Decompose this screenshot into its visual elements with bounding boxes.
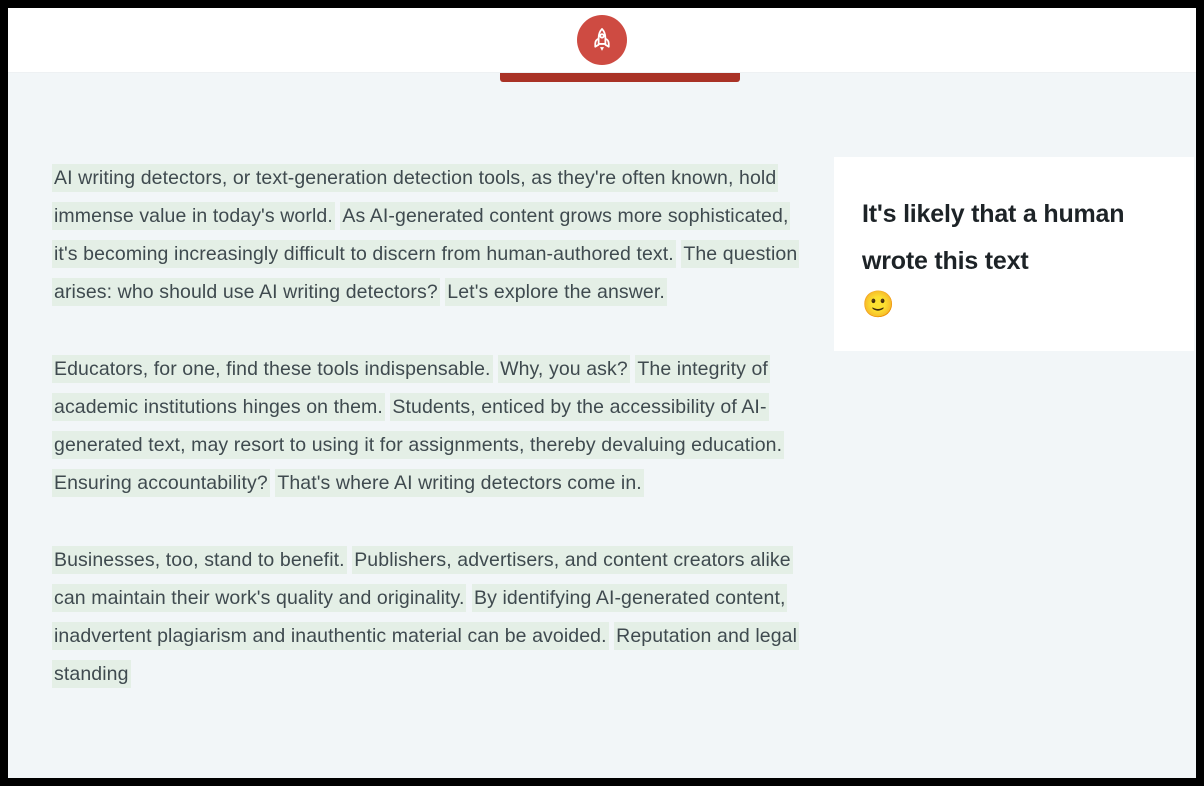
verdict-title: It's likely that a human wrote this text	[862, 200, 1125, 275]
highlighted-sentence[interactable]: Educators, for one, find these tools ind…	[52, 355, 493, 383]
analyzed-text-output[interactable]: AI writing detectors, or text-generation…	[52, 159, 812, 732]
highlighted-sentence[interactable]: Let's explore the answer.	[445, 278, 667, 306]
result-paragraph: Educators, for one, find these tools ind…	[52, 350, 812, 502]
main-content: AI writing detectors, or text-generation…	[8, 73, 1196, 778]
browser-viewport: Detect AI Text Detect AI Text	[8, 8, 1196, 778]
rocket-icon	[587, 25, 617, 55]
slightly-smiling-face-emoji: 🙂	[862, 289, 895, 319]
rocket-logo-button[interactable]	[577, 15, 627, 65]
highlighted-sentence[interactable]: Why, you ask?	[498, 355, 630, 383]
result-paragraph: Businesses, too, stand to benefit. Publi…	[52, 541, 812, 693]
highlighted-sentence[interactable]: Ensuring accountability?	[52, 469, 270, 497]
verdict-card: It's likely that a human wrote this text…	[834, 157, 1194, 351]
result-paragraph: AI writing detectors, or text-generation…	[52, 159, 812, 311]
highlighted-sentence[interactable]: That's where AI writing detectors come i…	[275, 469, 644, 497]
highlighted-sentence[interactable]: Businesses, too, stand to benefit.	[52, 546, 347, 574]
site-header	[8, 8, 1196, 73]
